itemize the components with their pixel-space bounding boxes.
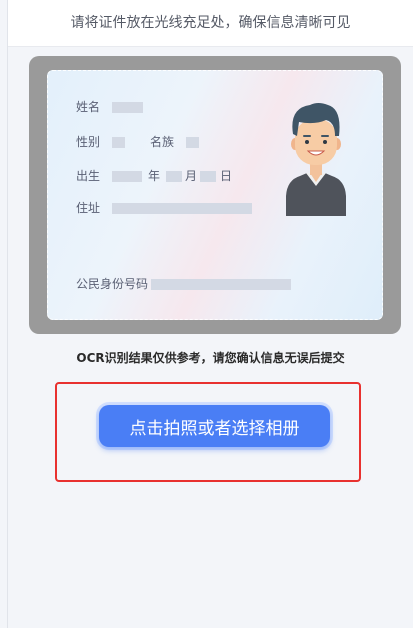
day-label: 日	[220, 169, 233, 183]
month-label: 月	[185, 169, 198, 183]
ocr-disclaimer-text: OCR识别结果仅供参考，请您确认信息无误后提交	[76, 351, 345, 365]
capture-or-album-button[interactable]: 点击拍照或者选择相册	[99, 405, 330, 447]
left-divider	[7, 0, 8, 628]
ethnicity-placeholder	[186, 137, 199, 148]
id-number-label: 公民身份号码	[76, 277, 149, 291]
name-label: 姓名	[76, 100, 101, 114]
year-label: 年	[148, 169, 161, 183]
camera-frame[interactable]: 姓名 性别 名族 出生 年 月 日 住址 公民身份号码	[29, 56, 401, 334]
person-portrait-icon	[286, 103, 346, 216]
id-card-sample: 姓名 性别 名族 出生 年 月 日 住址 公民身份号码	[47, 70, 383, 320]
birth-month-placeholder	[166, 171, 182, 182]
name-placeholder	[112, 102, 143, 113]
ethnicity-label: 名族	[150, 135, 175, 149]
address-label: 住址	[76, 201, 101, 215]
birth-year-placeholder	[112, 171, 142, 182]
address-placeholder	[112, 203, 252, 214]
header-bar: 请将证件放在光线充足处，确保信息清晰可见	[8, 0, 413, 47]
birth-day-placeholder	[200, 171, 216, 182]
gender-label: 性别	[76, 135, 101, 149]
id-number-placeholder	[151, 279, 291, 290]
page: 请将证件放在光线充足处，确保信息清晰可见 姓名 性别 名族 出生 年 月 日 住…	[0, 0, 413, 628]
lighting-hint-text: 请将证件放在光线充足处，确保信息清晰可见	[70, 15, 351, 31]
gender-placeholder	[112, 137, 125, 148]
birth-label: 出生	[76, 169, 101, 183]
